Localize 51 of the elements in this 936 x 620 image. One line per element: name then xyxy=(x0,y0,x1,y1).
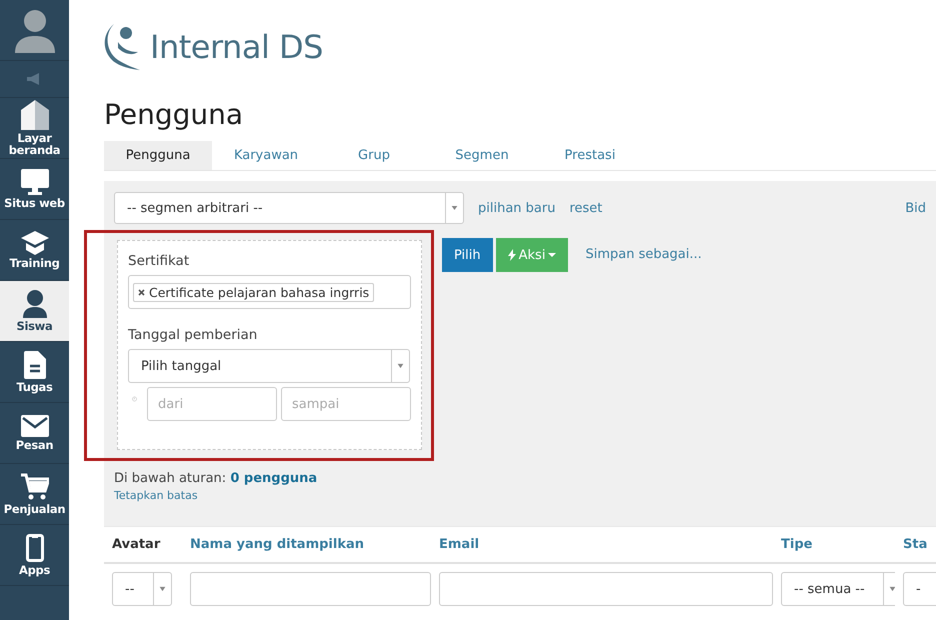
sidebar-item-label[interactable]: Penjualan xyxy=(4,503,66,515)
monitor-icon xyxy=(20,169,48,195)
page-title: Pengguna xyxy=(104,98,244,131)
sidebar-item-label[interactable]: Apps xyxy=(18,564,50,576)
field-label: Sertifikat xyxy=(128,253,190,269)
graduation-cap-icon xyxy=(20,231,48,255)
column-filter-field[interactable] xyxy=(190,572,431,606)
tab[interactable]: Segmen xyxy=(428,141,536,170)
to-date-field[interactable]: sampai xyxy=(281,387,411,421)
segment-select[interactable]: -- segmen arbitrari -- xyxy=(114,192,464,224)
envelope-icon xyxy=(20,415,48,437)
column-header[interactable]: Email xyxy=(431,526,773,564)
caret-icon xyxy=(548,252,556,258)
select-button[interactable]: Pilih xyxy=(442,238,493,272)
sidebar-item-label[interactable]: Training xyxy=(9,257,60,269)
column-header[interactable]: Tipe xyxy=(773,526,895,564)
document-icon xyxy=(24,351,46,379)
set-limit-link[interactable]: Tetapkan batas xyxy=(114,489,926,502)
tab[interactable]: Grup xyxy=(320,141,428,170)
remove-icon[interactable] xyxy=(138,288,145,296)
sidebar-item-label[interactable]: Siswa xyxy=(16,320,52,332)
column-filter-select[interactable]: - xyxy=(903,572,936,606)
sidebar-item-label[interactable]: Tugas xyxy=(16,381,53,393)
column-header[interactable]: Nama yang ditampilkan xyxy=(182,526,431,564)
sidebar-item-label[interactable]: Pesan xyxy=(16,439,54,451)
sidebar-item-label[interactable]: Situs web xyxy=(4,197,65,209)
from-date-field[interactable]: dari xyxy=(147,387,277,421)
lightning-icon xyxy=(508,249,516,261)
segment-link[interactable]: reset xyxy=(569,200,602,216)
save-as-link[interactable]: Simpan sebagai... xyxy=(585,238,702,272)
column-header[interactable]: Sta xyxy=(895,526,936,564)
column-filter-select[interactable]: -- semua -- xyxy=(781,572,895,606)
column-filter-select[interactable]: -- xyxy=(112,572,172,606)
logo-text: Internal DS xyxy=(150,28,323,66)
phone-icon xyxy=(26,534,44,562)
tab[interactable]: Prestasi xyxy=(536,141,644,170)
date-select[interactable]: Pilih tanggal xyxy=(128,349,410,383)
tab[interactable]: Karyawan xyxy=(212,141,320,170)
certificate-field[interactable]: Certificate pelajaran bahasa ingrris xyxy=(128,275,411,309)
rule-summary: Di bawah aturan: 0 pengguna xyxy=(114,471,318,486)
field-link[interactable]: Bid xyxy=(905,200,926,216)
column-header: Avatar xyxy=(104,526,182,564)
sidebar-item-label[interactable]: Layar beranda xyxy=(0,132,69,156)
certificate-tag[interactable]: Certificate pelajaran bahasa ingrris xyxy=(133,282,374,302)
column-filter-field[interactable] xyxy=(439,572,773,606)
house-icon xyxy=(20,100,48,130)
cart-icon xyxy=(20,473,48,501)
tab[interactable]: Pengguna xyxy=(104,141,212,170)
segment-link[interactable]: pilihan baru xyxy=(478,200,556,216)
field-label: Tanggal pemberian xyxy=(128,327,258,343)
person-icon xyxy=(22,290,48,318)
